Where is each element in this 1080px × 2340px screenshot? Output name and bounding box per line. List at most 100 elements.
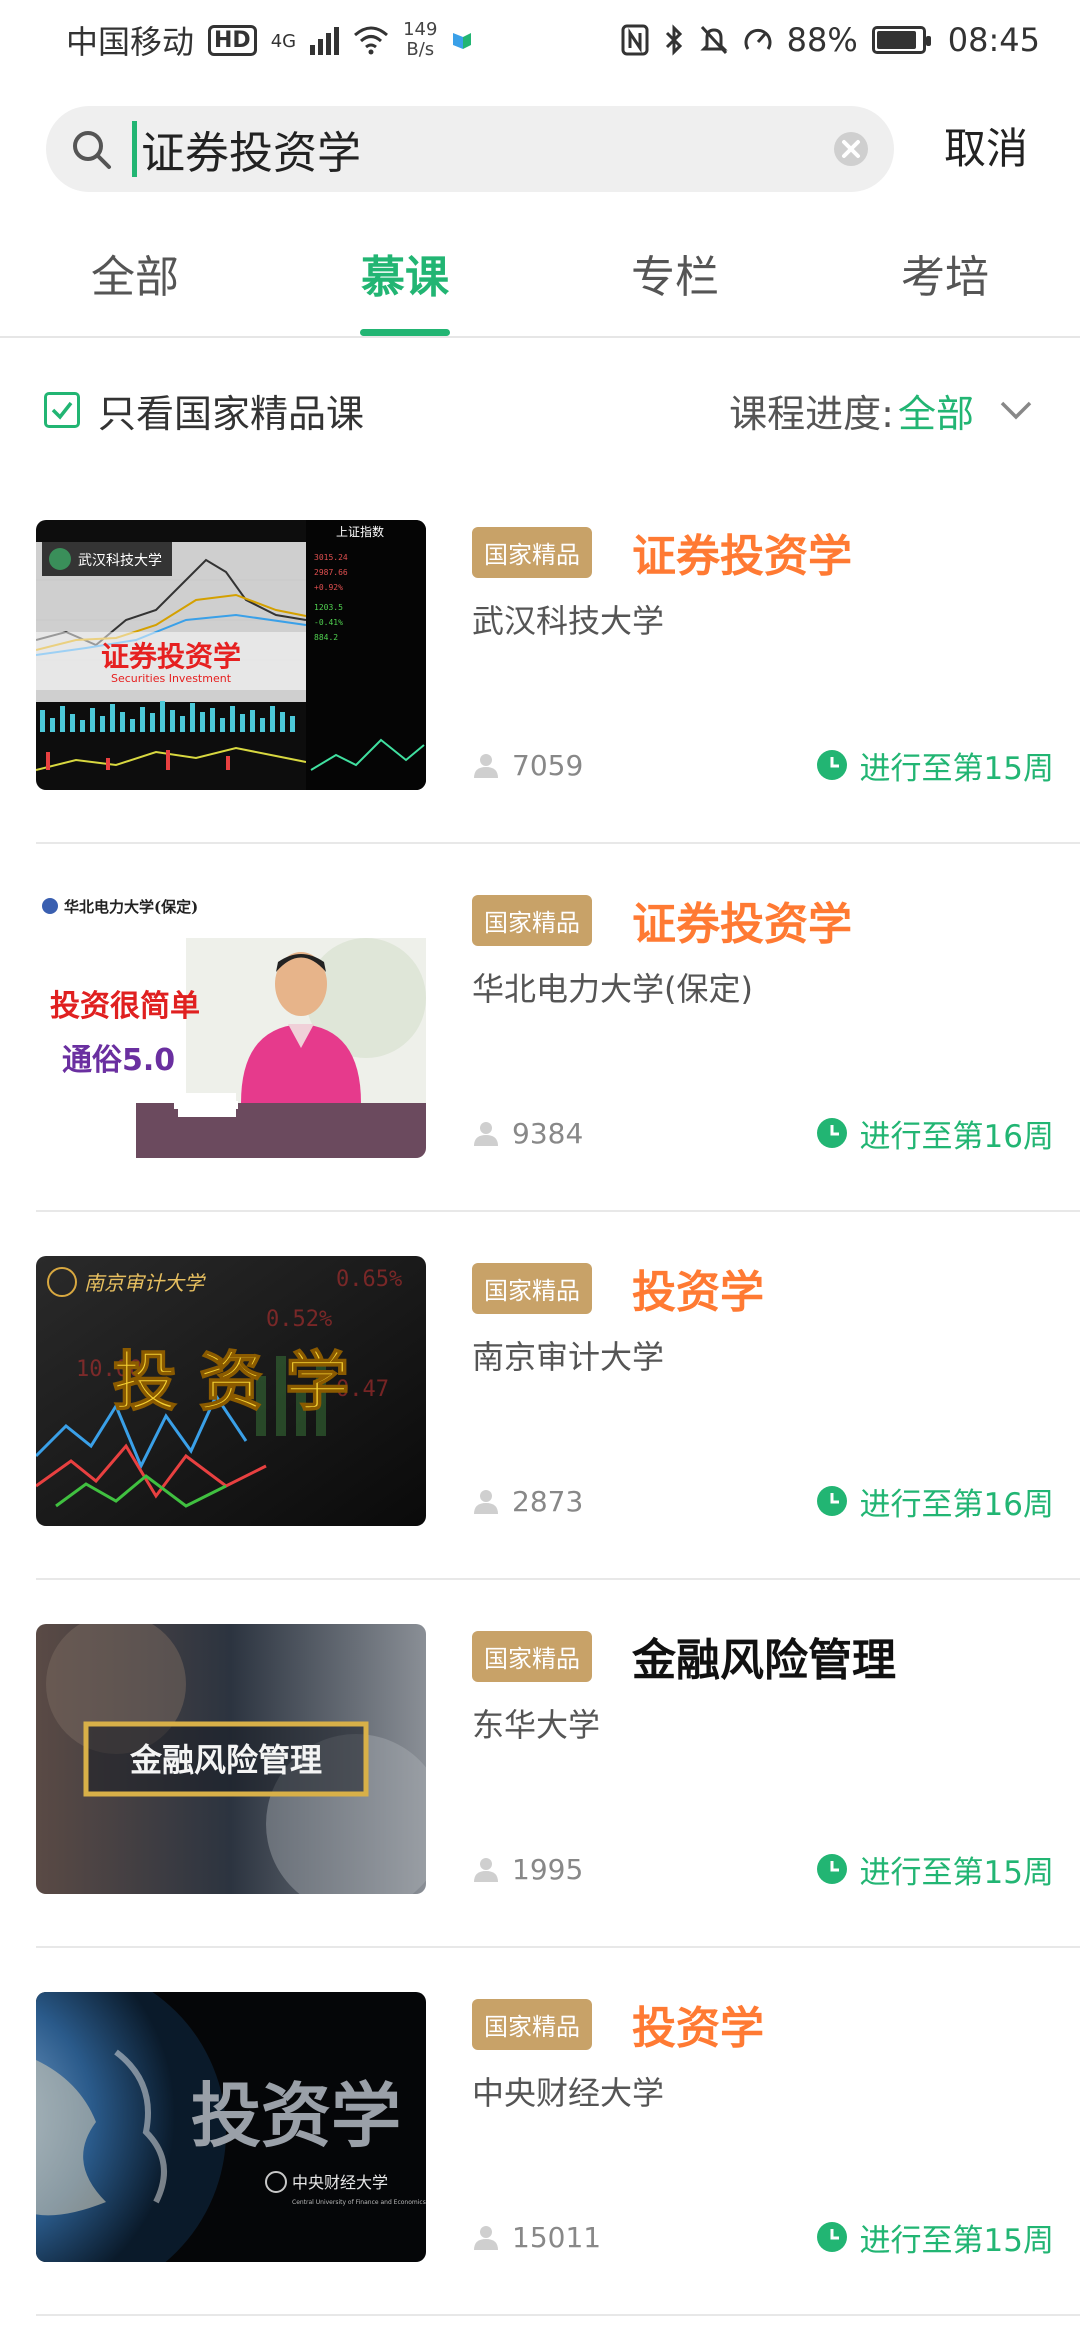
signal-icon: [310, 25, 340, 55]
course-item[interactable]: 投资学 中央财经大学 Central University of Finance…: [36, 1948, 1080, 2316]
course-thumbnail[interactable]: 华北电力大学(保定) 投资很简单 通俗5.0: [36, 888, 426, 1158]
course-title[interactable]: 证券投资学: [632, 520, 852, 584]
thumb-logo-text: 武汉科技大学: [78, 553, 162, 569]
svg-text:2987.66: 2987.66: [314, 568, 348, 577]
chevron-down-icon: [1000, 401, 1032, 420]
progress-label: 课程进度:: [729, 391, 894, 436]
course-item[interactable]: 3015.24 2987.66 +0.92% 1203.5 -0.41% 884.2 上…: [36, 476, 1080, 844]
course-thumbnail[interactable]: 金融风险管理: [36, 1624, 426, 1894]
tab-all[interactable]: 全部: [0, 230, 270, 336]
progress-dropdown[interactable]: 课程进度: 全部: [729, 383, 1036, 438]
course-progress: 进行至第16周: [816, 1479, 1054, 1524]
carrier-name: 中国移动: [66, 23, 195, 61]
hd-icon: HD: [208, 24, 257, 56]
app-notification-icon: [453, 33, 472, 49]
course-title[interactable]: 投资学: [632, 1992, 764, 2056]
thumb-title-text: 证券投资学: [101, 640, 241, 673]
thumb-line2-text: 通俗5.0: [62, 1043, 175, 1078]
student-count: 9384: [472, 1117, 583, 1150]
svg-text:-0.41%: -0.41%: [314, 618, 343, 627]
tab-mooc[interactable]: 慕课: [270, 230, 540, 336]
course-progress: 进行至第15周: [816, 1847, 1054, 1892]
thumb-line1-text: 投资很简单: [50, 989, 200, 1024]
person-icon: [474, 1858, 498, 1882]
national-quality-filter[interactable]: 只看国家精品课: [44, 383, 364, 438]
network-type: 4G: [270, 31, 297, 52]
progress-value: 全部: [897, 391, 974, 436]
national-quality-badge: 国家精品: [472, 526, 592, 578]
progress-text: 进行至第15周: [859, 1854, 1054, 1891]
course-info: 国家精品 证券投资学 华北电力大学(保定) 9384 进行至第16周: [472, 888, 1054, 1158]
filter-bar: 只看国家精品课 课程进度: 全部: [0, 370, 1080, 450]
course-info: 国家精品 金融风险管理 东华大学 1995 进行至第15周: [472, 1624, 1054, 1894]
thumb-title-text: 金融风险管理: [129, 1741, 322, 1779]
search-box[interactable]: [46, 106, 894, 192]
national-quality-label: 只看国家精品课: [98, 391, 365, 436]
tab-training[interactable]: 考培: [810, 230, 1080, 336]
lecturer-thumbnail: 华北电力大学(保定) 投资很简单 通俗5.0: [36, 888, 426, 1158]
course-thumbnail[interactable]: 3015.24 2987.66 +0.92% 1203.5 -0.41% 884.2 上…: [36, 520, 426, 790]
finance-thumbnail: 0.65%0.52%10.000.47 南京审计大学 投 资 学: [36, 1256, 426, 1526]
net-speed-value: 149: [403, 19, 438, 40]
wifi-icon: [354, 26, 389, 55]
student-count-value: 9384: [512, 1116, 584, 1150]
app-root: 中国移动 HD 4G 149 B/s 88% 08:45 证券投资学 取消 全部…: [0, 0, 1080, 2340]
bluetooth-icon: [665, 24, 682, 56]
course-title[interactable]: 证券投资学: [632, 888, 852, 952]
course-info: 国家精品 证券投资学 武汉科技大学 7059 进行至第15周: [472, 520, 1054, 790]
student-count-value: 15011: [512, 2220, 602, 2254]
school-name: 华北电力大学(保定): [472, 970, 753, 1008]
svg-text:884.2: 884.2: [314, 633, 338, 642]
progress-text: 进行至第15周: [859, 750, 1054, 787]
student-count: 15011: [472, 2221, 601, 2254]
clock-icon: [816, 1118, 847, 1148]
clock-icon: [816, 1486, 847, 1516]
student-count: 7059: [472, 749, 583, 782]
clock-icon: [816, 2222, 847, 2252]
course-item[interactable]: 0.65% 0.52% 10.00 0.47 南京审计大学 投 资 学 国家精品 投资…: [36, 1212, 1080, 1580]
student-count-value: 1995: [512, 1852, 584, 1886]
school-name: 武汉科技大学: [472, 602, 665, 640]
svg-text:1203.5: 1203.5: [314, 603, 343, 612]
school-name: 南京审计大学: [472, 1338, 665, 1376]
student-count: 1995: [472, 1853, 583, 1886]
status-bar: 中国移动 HD 4G 149 B/s 88% 08:45: [0, 0, 1080, 80]
progress-text: 进行至第16周: [859, 1118, 1054, 1155]
person-icon: [474, 2226, 498, 2250]
course-progress: 进行至第15周: [816, 2215, 1054, 2260]
text-caret: [132, 121, 137, 177]
student-count-value: 7059: [512, 748, 584, 782]
course-thumbnail[interactable]: 0.65% 0.52% 10.00 0.47 南京审计大学 投 资 学: [36, 1256, 426, 1526]
course-title[interactable]: 投资学: [632, 1256, 764, 1320]
school-name: 中央财经大学: [472, 2074, 665, 2112]
course-thumbnail[interactable]: 投资学 中央财经大学 Central University of Finance…: [36, 1992, 426, 2262]
course-item[interactable]: 金融风险管理 国家精品 金融风险管理 东华大学 1995 进行至第15周: [36, 1580, 1080, 1948]
nfc-icon: [621, 24, 649, 56]
net-speed: 149 B/s: [403, 20, 437, 60]
clock-icon: [816, 1854, 847, 1884]
risk-management-thumbnail: 金融风险管理: [36, 1624, 426, 1894]
net-speed-unit: B/s: [406, 39, 435, 60]
national-quality-badge: 国家精品: [472, 1262, 592, 1314]
svg-text:+0.92%: +0.92%: [314, 583, 343, 592]
search-input[interactable]: [141, 123, 832, 175]
progress-text: 进行至第16周: [859, 1486, 1054, 1523]
course-info: 国家精品 投资学 南京审计大学 2873 进行至第16周: [472, 1256, 1054, 1526]
person-icon: [474, 1122, 498, 1146]
student-count-value: 2873: [512, 1484, 584, 1518]
tab-bar: 全部 慕课 专栏 考培: [0, 230, 1080, 338]
search-bar: 取消: [0, 106, 1080, 192]
course-progress: 进行至第16周: [816, 1111, 1054, 1156]
cancel-button[interactable]: 取消: [944, 106, 1028, 192]
thumb-logo-text: 中央财经大学: [292, 2173, 388, 2192]
svg-text:0.65%: 0.65%: [336, 1267, 402, 1292]
school-name: 东华大学: [472, 1706, 601, 1744]
clear-icon[interactable]: [832, 130, 870, 168]
course-info: 国家精品 投资学 中央财经大学 15011 进行至第15周: [472, 1992, 1054, 2262]
battery-icon: [871, 26, 931, 54]
tab-column[interactable]: 专栏: [540, 230, 810, 336]
course-progress: 进行至第15周: [816, 743, 1054, 788]
checkbox-checked-icon[interactable]: [44, 392, 80, 428]
course-item[interactable]: 华北电力大学(保定) 投资很简单 通俗5.0 国家精品 证券投资学 华北电力大学…: [36, 844, 1080, 1212]
course-title[interactable]: 金融风险管理: [632, 1624, 896, 1688]
